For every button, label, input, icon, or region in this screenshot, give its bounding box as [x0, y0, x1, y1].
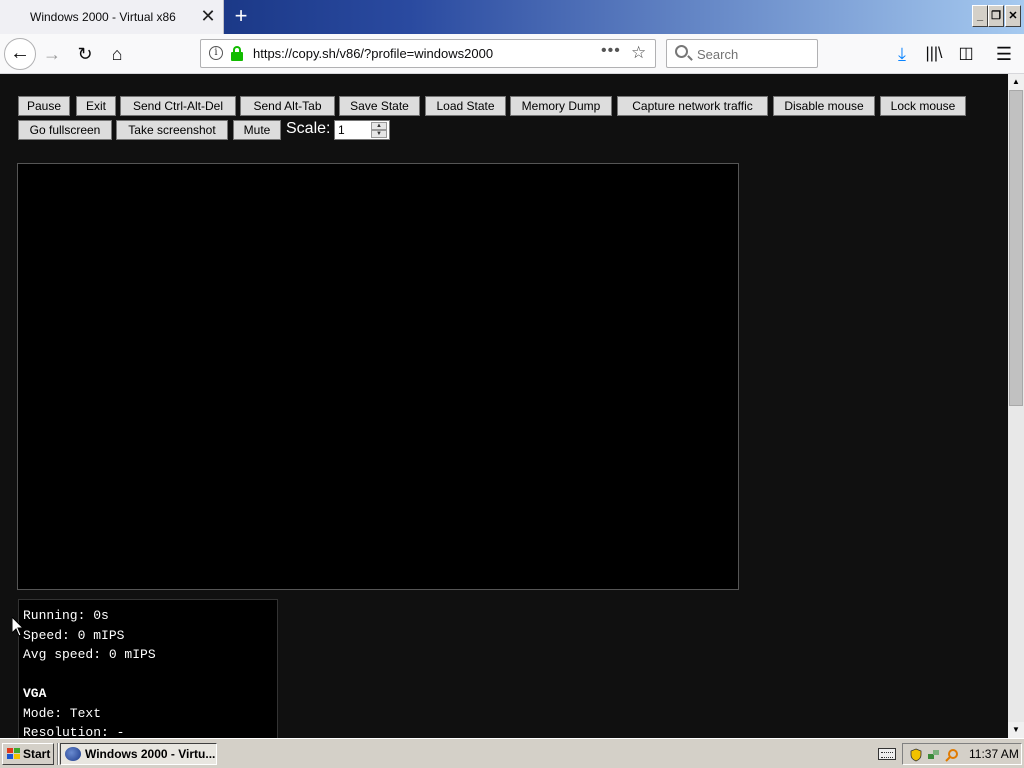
page-content: Pause Exit Send Ctrl-Alt-Del Send Alt-Ta…	[0, 74, 1008, 738]
browser-tab-strip: Windows 2000 - Virtual x86 ✕ + _ ❐ ✕	[0, 0, 1024, 34]
url-bar[interactable]: i https://copy.sh/v86/?profile=windows20…	[200, 39, 656, 68]
speed: Speed: 0 mIPS	[23, 627, 125, 643]
url-text[interactable]: https://copy.sh/v86/?profile=windows2000	[253, 46, 493, 61]
start-label: Start	[23, 747, 51, 761]
scale-label: Scale:	[286, 120, 331, 137]
taskbar-firefox-window[interactable]: Windows 2000 - Virtu...	[60, 743, 217, 765]
library-icon[interactable]: |||\	[922, 42, 946, 66]
tab-close-icon[interactable]: ✕	[199, 6, 217, 26]
menu-icon[interactable]: ☰	[992, 42, 1016, 66]
vga-heading: VGA	[23, 686, 47, 701]
status-panel: Running: 0s Speed: 0 mIPS Avg speed: 0 m…	[18, 599, 278, 738]
desktop: Windows 2000 - Virtual x86 ✕ + _ ❐ ✕ ← →…	[0, 0, 1024, 768]
new-tab-icon[interactable]: +	[230, 4, 252, 28]
load-state-button[interactable]: Load State	[425, 96, 506, 116]
search-placeholder: Search	[697, 47, 739, 62]
download-icon[interactable]: ⤓	[890, 42, 914, 66]
windows-logo-icon	[7, 748, 21, 760]
sidebar-icon[interactable]: ◫	[954, 42, 978, 66]
tab-title: Windows 2000 - Virtual x86	[30, 10, 176, 24]
send-ctrl-alt-del-button[interactable]: Send Ctrl-Alt-Del	[120, 96, 236, 116]
take-screenshot-button[interactable]: Take screenshot	[116, 120, 228, 140]
vga-mode: Mode: Text	[23, 705, 102, 721]
home-icon[interactable]: ⌂	[105, 42, 129, 66]
vga-resolution: Resolution: -	[23, 725, 125, 738]
lock-mouse-button[interactable]: Lock mouse	[880, 96, 966, 116]
scale-stepper[interactable]: ▲ ▼	[371, 122, 387, 138]
page-actions-icon[interactable]: •••	[601, 42, 621, 60]
browser-tab[interactable]: Windows 2000 - Virtual x86 ✕	[0, 0, 224, 34]
lock-icon	[231, 46, 243, 61]
save-state-button[interactable]: Save State	[339, 96, 420, 116]
start-button[interactable]: Start	[2, 743, 54, 765]
search-bar[interactable]: Search	[666, 39, 818, 68]
firefox-icon	[65, 747, 81, 761]
site-info-icon[interactable]: i	[209, 46, 223, 60]
magnifier-icon[interactable]	[945, 748, 959, 762]
minimize-window-button[interactable]: _	[972, 5, 988, 27]
scale-input[interactable]: 1 ▲ ▼	[334, 120, 390, 140]
vertical-scrollbar[interactable]: ▲ ▼	[1008, 74, 1024, 738]
back-arrow-icon[interactable]: ←	[4, 38, 36, 70]
keyboard-icon[interactable]	[878, 748, 896, 760]
memory-dump-button[interactable]: Memory Dump	[510, 96, 612, 116]
clock: 11:37 AM	[969, 747, 1019, 761]
scroll-up-icon[interactable]: ▲	[1008, 74, 1024, 90]
system-tray: 11:37 AM	[902, 743, 1022, 765]
taskbar-window-label: Windows 2000 - Virtu...	[85, 747, 216, 761]
search-icon	[675, 45, 688, 58]
bookmark-star-icon[interactable]: ☆	[631, 43, 646, 63]
send-alt-tab-button[interactable]: Send Alt-Tab	[240, 96, 335, 116]
forward-arrow-icon[interactable]: →	[40, 42, 64, 66]
spin-down-icon[interactable]: ▼	[371, 130, 387, 138]
emulator-screen[interactable]	[17, 163, 739, 590]
navigation-toolbar: ← → ↻ ⌂ i https://copy.sh/v86/?profile=w…	[0, 34, 1024, 74]
disable-mouse-button[interactable]: Disable mouse	[773, 96, 875, 116]
spin-up-icon[interactable]: ▲	[371, 122, 387, 130]
avg-speed: Avg speed: 0 mIPS	[23, 647, 156, 662]
shield-icon[interactable]	[909, 748, 923, 762]
running-time: Running: 0s	[23, 608, 109, 623]
pause-button[interactable]: Pause	[18, 96, 70, 116]
mouse-pointer-icon	[12, 617, 24, 637]
scrollbar-thumb[interactable]	[1009, 90, 1023, 406]
network-icon[interactable]	[927, 748, 941, 762]
exit-button[interactable]: Exit	[76, 96, 116, 116]
restore-window-button[interactable]: ❐	[988, 5, 1004, 27]
scroll-down-icon[interactable]: ▼	[1008, 722, 1024, 738]
mute-button[interactable]: Mute	[233, 120, 281, 140]
close-window-button[interactable]: ✕	[1005, 5, 1021, 27]
scale-value: 1	[338, 123, 345, 137]
go-fullscreen-button[interactable]: Go fullscreen	[18, 120, 112, 140]
capture-network-traffic-button[interactable]: Capture network traffic	[617, 96, 768, 116]
reload-icon[interactable]: ↻	[73, 42, 97, 66]
taskbar-separator	[57, 743, 59, 765]
taskbar: Start Windows 2000 - Virtu... 11:37 AM	[0, 738, 1024, 768]
